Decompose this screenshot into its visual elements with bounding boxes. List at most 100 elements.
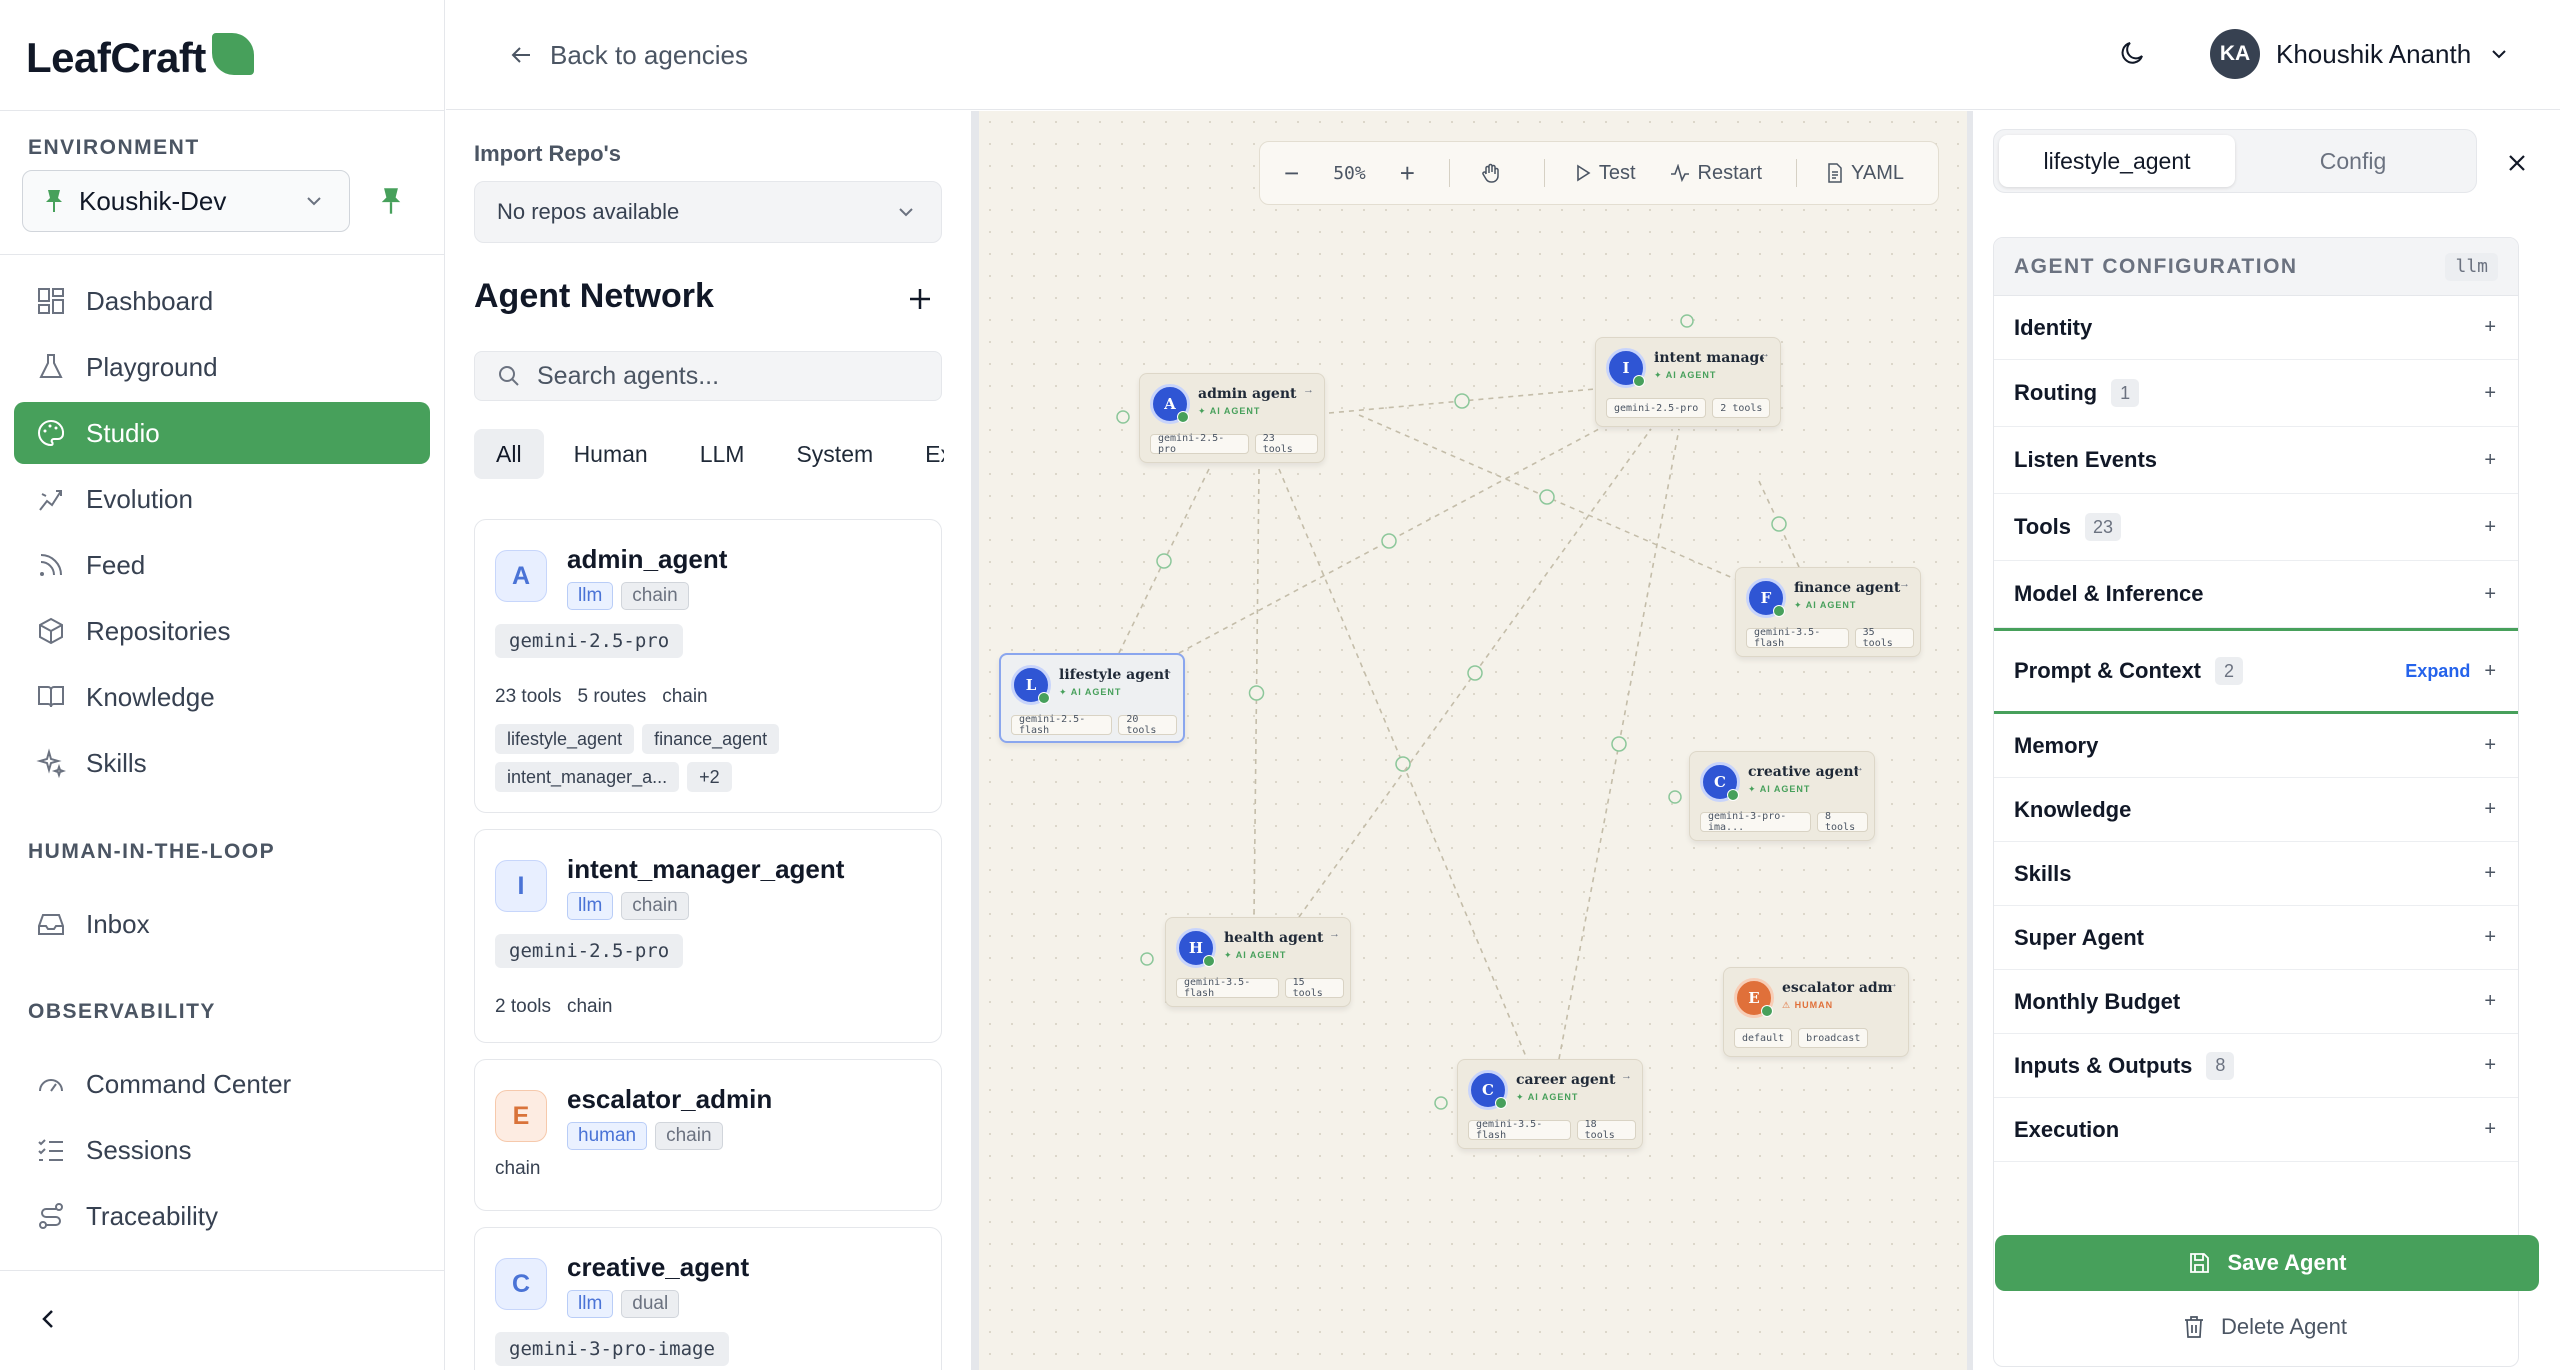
- config-row-monthly-budget[interactable]: Monthly Budget +: [1994, 970, 2518, 1034]
- pin-environment-icon[interactable]: [378, 186, 404, 216]
- config-row-inputs-outputs[interactable]: Inputs & Outputs 8 +: [1994, 1034, 2518, 1098]
- activity-icon: [1670, 164, 1689, 182]
- agent-card[interactable]: E escalator_admin human chain chain: [474, 1059, 942, 1211]
- plus-icon[interactable]: +: [2484, 862, 2496, 885]
- plus-icon[interactable]: +: [2484, 516, 2496, 539]
- agent-card[interactable]: I intent_manager_agent llm chain gemini-2.…: [474, 829, 942, 1043]
- restart-button[interactable]: Restart: [1670, 162, 1762, 185]
- delete-agent-button[interactable]: Delete Agent: [2183, 1307, 2347, 1347]
- filter-tab-system[interactable]: System: [774, 429, 895, 479]
- moon-icon[interactable]: [2118, 38, 2148, 68]
- agent-network-canvas[interactable]: A admin agent ✦ AI AGENT → gemini-2.5-pr…: [979, 111, 1967, 1370]
- network-node-health[interactable]: H health agent ✦ AI AGENT → gemini-3.5-f…: [1165, 917, 1351, 1007]
- save-agent-button[interactable]: Save Agent: [1995, 1235, 2539, 1291]
- node-type: ✦ AI AGENT: [1059, 687, 1122, 697]
- restart-label: Restart: [1697, 161, 1763, 184]
- expand-link[interactable]: Expand: [2405, 661, 2470, 682]
- node-arrow-icon: →: [1303, 384, 1314, 396]
- node-handle-icon[interactable]: [1668, 790, 1682, 804]
- sparkles-icon-wrapper: [36, 748, 66, 778]
- logo[interactable]: LeafCraft: [26, 30, 254, 86]
- sidebar-item-repositories[interactable]: Repositories: [14, 600, 430, 662]
- network-node-admin[interactable]: A admin agent ✦ AI AGENT → gemini-2.5-pr…: [1139, 373, 1325, 463]
- config-row-routing[interactable]: Routing 1 +: [1994, 360, 2518, 427]
- agent-tags: llm dual: [567, 1290, 687, 1318]
- panel-resize-handle[interactable]: [971, 111, 979, 1370]
- network-node-escalator[interactable]: E escalator admin ⚠ HUMAN → defaultbroad…: [1723, 967, 1909, 1057]
- sidebar-item-sessions[interactable]: Sessions: [14, 1119, 430, 1181]
- plus-icon[interactable]: +: [2484, 990, 2496, 1013]
- repo-select[interactable]: No repos available: [474, 181, 942, 243]
- config-row-execution[interactable]: Execution +: [1994, 1098, 2518, 1162]
- filter-tab-llm[interactable]: LLM: [678, 429, 767, 479]
- config-row-identity[interactable]: Identity +: [1994, 296, 2518, 360]
- route-chip[interactable]: lifestyle_agent: [495, 724, 635, 754]
- gauge-icon: [39, 1079, 63, 1092]
- plus-icon[interactable]: +: [2484, 660, 2496, 683]
- plus-icon[interactable]: +: [2484, 1054, 2496, 1077]
- sidebar-item-studio[interactable]: Studio: [14, 402, 430, 464]
- agent-tags: human chain: [567, 1122, 731, 1150]
- plus-icon[interactable]: +: [2484, 798, 2496, 821]
- config-row-listen-events[interactable]: Listen Events +: [1994, 427, 2518, 494]
- sidebar-item-feed[interactable]: Feed: [14, 534, 430, 596]
- config-row-knowledge[interactable]: Knowledge +: [1994, 778, 2518, 842]
- network-node-lifestyle[interactable]: L lifestyle agent ✦ AI AGENT → gemini-2.…: [999, 653, 1185, 743]
- filter-tab-human[interactable]: Human: [552, 429, 670, 479]
- config-row-skills[interactable]: Skills +: [1994, 842, 2518, 906]
- back-to-agencies-link[interactable]: Back to agencies: [508, 36, 748, 74]
- sidebar-item-evolution[interactable]: Evolution: [14, 468, 430, 530]
- network-node-career[interactable]: C career agent ✦ AI AGENT → gemini-3.5-f…: [1457, 1059, 1643, 1149]
- search-agents-box[interactable]: [474, 351, 942, 401]
- config-row-super-agent[interactable]: Super Agent +: [1994, 906, 2518, 970]
- agent-card[interactable]: A admin_agent llm chain gemini-2.5-pro 23 …: [474, 519, 942, 813]
- plus-icon[interactable]: +: [2484, 1118, 2496, 1141]
- plus-icon[interactable]: +: [2484, 583, 2496, 606]
- route-chip[interactable]: intent_manager_a...: [495, 762, 680, 792]
- collapse-sidebar-icon[interactable]: [36, 1306, 62, 1332]
- route-chip[interactable]: finance_agent: [642, 724, 780, 754]
- sidebar-item-skills[interactable]: Skills: [14, 732, 430, 794]
- close-icon[interactable]: [2505, 151, 2529, 175]
- config-row-tools[interactable]: Tools 23 +: [1994, 494, 2518, 561]
- pan-hand-button[interactable]: [1480, 162, 1510, 184]
- node-handle-icon[interactable]: [1434, 1096, 1448, 1110]
- sidebar-item-inbox[interactable]: Inbox: [14, 893, 430, 955]
- test-button[interactable]: Test: [1575, 162, 1636, 185]
- network-node-intent[interactable]: I intent manage... ✦ AI AGENT → gemini-2…: [1595, 337, 1781, 427]
- plus-icon[interactable]: +: [2484, 316, 2496, 339]
- node-handle-icon[interactable]: [1116, 410, 1130, 424]
- plus-icon[interactable]: +: [2484, 382, 2496, 405]
- config-row-prompt-context[interactable]: Prompt & Context 2 Expand +: [1994, 628, 2518, 714]
- config-row-count: 1: [2111, 379, 2140, 407]
- agent-card[interactable]: C creative_agent llm dual gemini-3-pro-ima…: [474, 1227, 942, 1370]
- zoom-out-button[interactable]: −: [1284, 158, 1299, 189]
- config-row-label: Tools: [2014, 514, 2072, 539]
- sidebar-item-playground[interactable]: Playground: [14, 336, 430, 398]
- config-row-model-inference[interactable]: Model & Inference +: [1994, 561, 2518, 628]
- filter-tab-all[interactable]: All: [474, 429, 544, 479]
- plus-icon[interactable]: +: [2484, 449, 2496, 472]
- zoom-in-button[interactable]: +: [1400, 158, 1415, 189]
- save-agent-label: Save Agent: [2227, 1250, 2347, 1275]
- config-row-memory[interactable]: Memory +: [1994, 714, 2518, 778]
- route-chip[interactable]: +2: [687, 762, 732, 792]
- sidebar-item-dashboard[interactable]: Dashboard: [14, 270, 430, 332]
- tab-agent-name[interactable]: lifestyle_agent: [1999, 135, 2235, 187]
- plus-icon[interactable]: +: [2484, 926, 2496, 949]
- tab-config[interactable]: Config: [2235, 135, 2471, 187]
- filter-tab-exte[interactable]: Exte: [903, 429, 944, 479]
- user-menu[interactable]: KA Khoushik Ananth: [2210, 28, 2509, 80]
- add-agent-plus-icon[interactable]: [906, 285, 934, 313]
- plus-icon[interactable]: +: [2484, 734, 2496, 757]
- node-handle-icon[interactable]: [1140, 952, 1154, 966]
- node-handle-icon[interactable]: [1680, 314, 1694, 328]
- sidebar-item-traceability[interactable]: Traceability: [14, 1185, 430, 1247]
- search-agents-input[interactable]: [537, 361, 917, 391]
- network-node-creative[interactable]: C creative agent ✦ AI AGENT → gemini-3-p…: [1689, 751, 1875, 841]
- yaml-button[interactable]: YAML: [1827, 162, 1904, 185]
- sidebar-item-command-center[interactable]: Command Center: [14, 1053, 430, 1115]
- network-node-finance[interactable]: F finance agent ✦ AI AGENT → gemini-3.5-…: [1735, 567, 1921, 657]
- environment-select[interactable]: Koushik-Dev: [22, 170, 350, 232]
- sidebar-item-knowledge[interactable]: Knowledge: [14, 666, 430, 728]
